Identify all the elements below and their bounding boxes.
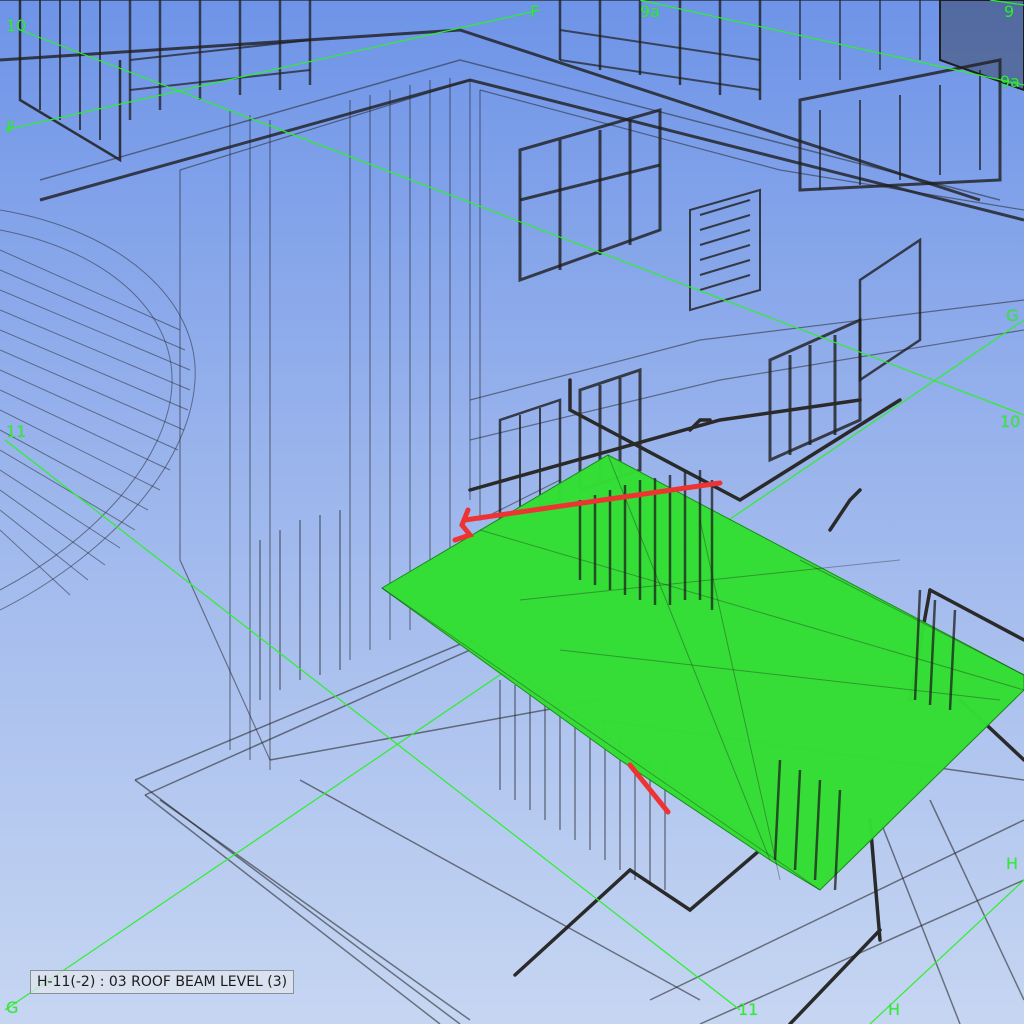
upper-floor-framing bbox=[0, 0, 1024, 222]
curved-stair bbox=[0, 209, 196, 611]
grid-label-9a-right: 9a bbox=[1000, 72, 1020, 91]
grid-label-10-right: 10 bbox=[1000, 412, 1021, 431]
grid-label-g-bottom: G bbox=[6, 998, 19, 1017]
grid-label-9a-top: 9a bbox=[640, 2, 660, 21]
grid-label-10-left: 10 bbox=[6, 16, 27, 35]
grid-label-9-corner: 9 bbox=[1004, 2, 1015, 21]
grid-label-f-top: F bbox=[530, 2, 540, 21]
wireframe-model bbox=[0, 0, 1024, 1024]
grid-label-11-left: 11 bbox=[6, 422, 27, 441]
grid-label-h-right: H bbox=[1006, 854, 1019, 873]
selected-element-tag: H-11(-2) : 03 ROOF BEAM LEVEL (3) bbox=[30, 970, 295, 994]
grid-label-f-left: F bbox=[6, 118, 16, 137]
grid-label-g-right: G bbox=[1006, 306, 1019, 325]
grid-label-11-bottom: 11 bbox=[738, 1000, 759, 1019]
window-frames bbox=[498, 108, 922, 522]
grid-label-h-bottom: H bbox=[888, 1000, 901, 1019]
3d-model-viewport[interactable]: F 9a 9 9a 10 F G 10 11 G 11 H H H-11(-2)… bbox=[0, 0, 1024, 1024]
